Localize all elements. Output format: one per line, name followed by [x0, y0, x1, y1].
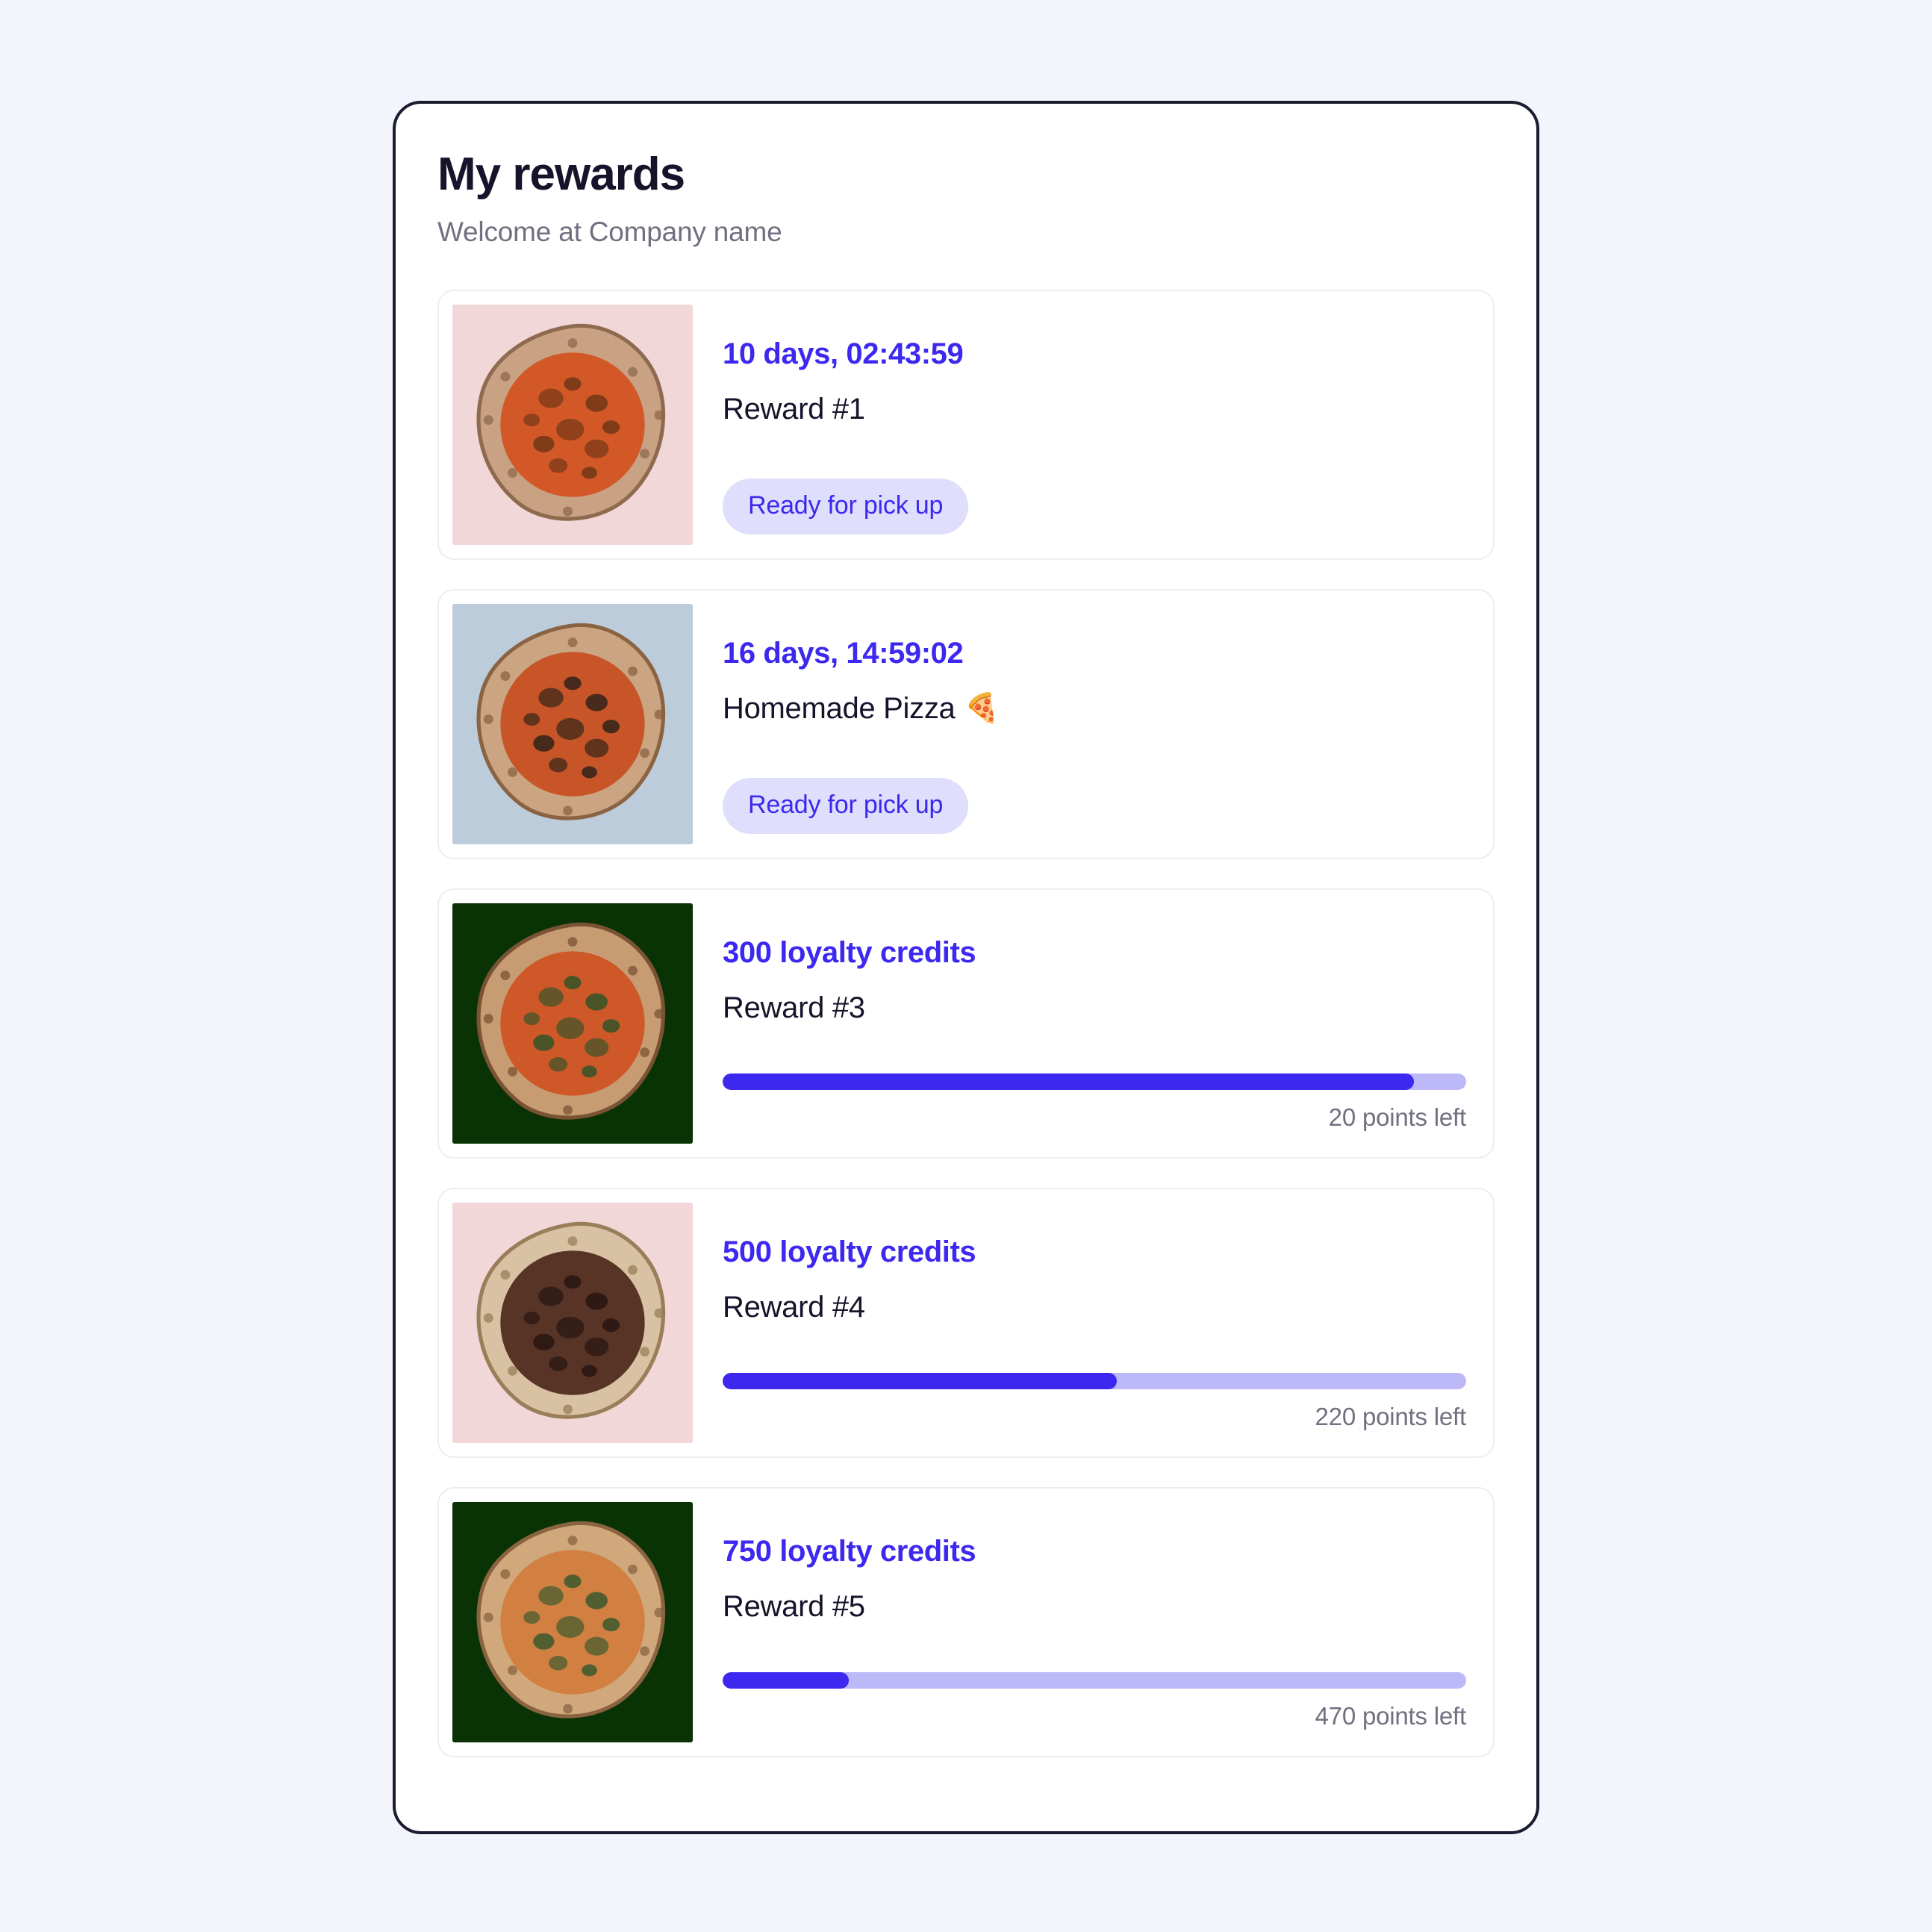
- reward-name-text: Reward #5: [723, 1589, 865, 1623]
- progress-bar-fill: [723, 1671, 850, 1689]
- points-left-label: 20 points left: [1328, 1103, 1467, 1131]
- reward-name-text: Reward #3: [723, 991, 865, 1024]
- status-row: Ready for pick up: [723, 777, 1466, 844]
- points-left-label: 220 points left: [1315, 1402, 1467, 1430]
- reward-thumbnail: [452, 1202, 693, 1443]
- reward-thumbnail: [452, 603, 693, 844]
- reward-thumbnail: [452, 304, 693, 545]
- status-badge[interactable]: Ready for pick up: [723, 777, 969, 834]
- progress-section: 220 points left: [723, 1372, 1467, 1443]
- progress-section: 470 points left: [723, 1671, 1467, 1742]
- reward-name: Reward #1: [723, 393, 1466, 426]
- reward-thumbnail: [452, 1501, 693, 1742]
- reward-name-text: Reward #1: [723, 392, 865, 426]
- status-badge[interactable]: Ready for pick up: [723, 478, 969, 535]
- reward-name: Reward #5: [723, 1590, 1466, 1623]
- progress-bar-fill: [723, 1372, 1117, 1389]
- progress-bar-track: [723, 1671, 1466, 1689]
- reward-credits-requirement: 300 loyalty credits: [723, 935, 976, 969]
- reward-body: 500 loyalty credits Reward #4 220 points l…: [693, 1203, 1480, 1443]
- reward-credits-requirement: 500 loyalty credits: [723, 1235, 976, 1268]
- pizza-slice-icon: 🍕: [964, 692, 1000, 724]
- reward-credits-requirement: 750 loyalty credits: [723, 1534, 976, 1568]
- page-root: My rewards Welcome at Company name 10 da…: [0, 0, 1932, 1932]
- reward-card[interactable]: 16 days, 14:59:02 Homemade Pizza 🍕 Ready fo…: [437, 588, 1495, 859]
- reward-name: Homemade Pizza 🍕: [723, 692, 1466, 725]
- reward-card[interactable]: 10 days, 02:43:59 Reward #1 Ready for pick…: [437, 289, 1495, 560]
- progress-bar-track: [723, 1073, 1466, 1090]
- status-row: Ready for pick up: [723, 478, 1466, 545]
- reward-name: Reward #4: [723, 1291, 1466, 1324]
- page-title: My rewards: [437, 149, 685, 200]
- reward-body: 10 days, 02:43:59 Reward #1 Ready for pick…: [693, 305, 1480, 545]
- rewards-panel: My rewards Welcome at Company name 10 da…: [393, 101, 1539, 1834]
- page-subtitle: Welcome at Company name: [437, 216, 782, 247]
- reward-name-text: Homemade Pizza: [723, 691, 956, 725]
- progress-bar-fill: [723, 1073, 1415, 1090]
- reward-thumbnail: [452, 903, 693, 1144]
- reward-name: Reward #3: [723, 991, 1466, 1024]
- rewards-list: 10 days, 02:43:59 Reward #1 Ready for pick…: [437, 289, 1495, 1757]
- reward-body: 300 loyalty credits Reward #3 20 points le…: [693, 903, 1480, 1144]
- reward-countdown: 10 days, 02:43:59: [723, 337, 964, 370]
- progress-section: 20 points left: [723, 1073, 1466, 1144]
- reward-card[interactable]: 500 loyalty credits Reward #4 220 points l…: [437, 1187, 1495, 1458]
- reward-body: 16 days, 14:59:02 Homemade Pizza 🍕 Ready fo…: [693, 604, 1480, 844]
- points-left-label: 470 points left: [1315, 1701, 1467, 1730]
- reward-body: 750 loyalty credits Reward #5 470 points l…: [693, 1502, 1480, 1742]
- panel-content: My rewards Welcome at Company name 10 da…: [396, 104, 1536, 1757]
- progress-bar-track: [723, 1372, 1466, 1389]
- reward-name-text: Reward #4: [723, 1290, 865, 1324]
- reward-card[interactable]: 300 loyalty credits Reward #3 20 points le…: [437, 888, 1495, 1159]
- reward-countdown: 16 days, 14:59:02: [723, 636, 964, 670]
- reward-card[interactable]: 750 loyalty credits Reward #5 470 points l…: [437, 1486, 1495, 1757]
